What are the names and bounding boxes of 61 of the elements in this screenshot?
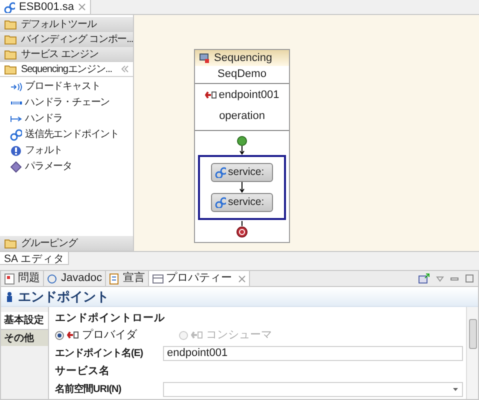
side-tab[interactable]: 基本設定 bbox=[1, 312, 48, 329]
palette-drawer[interactable]: グルーピング bbox=[0, 236, 133, 251]
palette-item[interactable]: ブロードキャスト bbox=[10, 80, 133, 93]
palette-item[interactable]: フォルト bbox=[10, 144, 133, 157]
endpoint-icon bbox=[191, 330, 203, 340]
document-icon bbox=[4, 272, 16, 284]
node-title: Sequencing bbox=[214, 50, 272, 66]
node-name: SeqDemo bbox=[218, 67, 266, 82]
section-label: エンドポイントロール bbox=[55, 311, 166, 326]
properties-title: エンドポイント bbox=[18, 288, 109, 306]
server-icon bbox=[199, 52, 210, 64]
radio-option[interactable]: プロバイダ bbox=[55, 326, 137, 344]
link-icon bbox=[215, 167, 226, 178]
palette-drawer[interactable]: Sequencingエンジン... bbox=[0, 62, 133, 77]
palette-item[interactable]: パラメータ bbox=[10, 160, 133, 173]
service-node[interactable]: service: bbox=[211, 193, 273, 212]
scrollbar[interactable] bbox=[466, 307, 478, 399]
document-icon bbox=[108, 272, 121, 284]
end-node-icon bbox=[236, 221, 248, 239]
link-icon bbox=[4, 2, 15, 12]
close-icon bbox=[78, 3, 86, 11]
alert-icon bbox=[10, 144, 22, 156]
palette-item[interactable]: 送信先エンドポイント bbox=[10, 128, 133, 141]
page-tab[interactable]: SA エディタ bbox=[0, 252, 70, 265]
side-tab[interactable]: その他 bbox=[1, 329, 48, 346]
field-label: 名前空間URI(N) bbox=[55, 382, 122, 396]
palette-item[interactable]: ハンドラ・チェーン bbox=[10, 96, 133, 109]
endpoint-icon bbox=[67, 330, 79, 340]
endpoint-label: endpoint001 bbox=[218, 88, 280, 103]
service-node[interactable]: service: bbox=[211, 163, 273, 182]
radio-icon bbox=[179, 330, 188, 340]
palette-item[interactable]: ハンドラ bbox=[10, 112, 133, 125]
palette-drawer[interactable]: バインディング コンポー... bbox=[0, 32, 133, 47]
minimize-icon bbox=[450, 276, 459, 282]
palette-drawer[interactable]: サービス エンジン bbox=[0, 47, 133, 62]
operation-label: operation bbox=[219, 108, 265, 124]
dropdown-icon bbox=[452, 386, 459, 392]
arrow-icon bbox=[239, 182, 245, 193]
editor-tab[interactable]: ESB001.sa bbox=[0, 0, 92, 14]
pin-icon bbox=[418, 273, 430, 284]
diamond-icon bbox=[10, 160, 22, 172]
sequencing-node[interactable]: Sequencing SeqDemo endpoint001 operation service: service: bbox=[194, 49, 290, 243]
collapse-icon bbox=[121, 65, 129, 73]
start-node-icon bbox=[237, 135, 247, 155]
link-icon bbox=[215, 197, 226, 208]
radio-icon bbox=[55, 330, 64, 340]
figure-icon bbox=[5, 290, 14, 302]
maximize-icon bbox=[465, 274, 474, 283]
sequence-group[interactable]: service: service: bbox=[198, 155, 286, 220]
endpoint-icon bbox=[204, 90, 217, 100]
link-icon bbox=[10, 128, 22, 140]
view-tab[interactable]: プロパティー bbox=[148, 271, 250, 286]
namespace-combo[interactable] bbox=[163, 382, 463, 396]
broadcast-icon bbox=[10, 80, 22, 92]
field-label: エンドポイント名(E) bbox=[55, 346, 144, 360]
view-menu-icon bbox=[436, 276, 444, 282]
palette-drawer[interactable]: デフォルトツール bbox=[0, 17, 133, 32]
section-label: サービス名 bbox=[55, 364, 111, 379]
name-field[interactable]: endpoint001 bbox=[163, 346, 463, 360]
close-icon bbox=[238, 274, 246, 282]
table-icon bbox=[152, 272, 164, 284]
